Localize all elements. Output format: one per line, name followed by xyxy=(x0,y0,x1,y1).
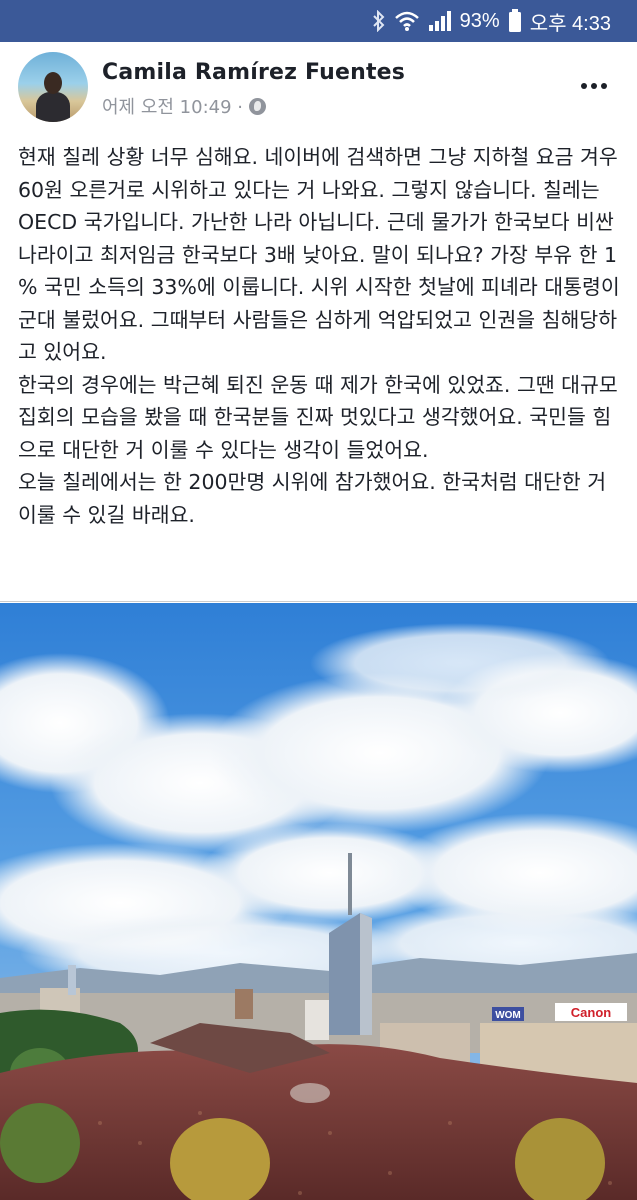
post-meta: 어제 오전 10:49 · xyxy=(102,93,266,119)
battery-percent: 93% xyxy=(459,9,500,32)
signal-icon xyxy=(428,10,452,32)
post-header: Camila Ramírez Fuentes 어제 오전 10:49 · xyxy=(0,42,637,128)
post-body: 현재 칠레 상황 너무 심해요. 네이버에 검색하면 그냥 지하철 요금 겨우 … xyxy=(18,145,620,527)
status-bar: 93% 오후 4:33 xyxy=(0,0,637,42)
battery-icon xyxy=(508,9,522,33)
avatar[interactable] xyxy=(18,52,88,122)
post-photo[interactable]: Canon WOM xyxy=(0,603,637,1200)
post-timestamp[interactable]: 어제 오전 10:49 · xyxy=(102,93,243,119)
author-name[interactable]: Camila Ramírez Fuentes xyxy=(102,60,405,85)
globe-icon xyxy=(249,97,266,115)
clock: 오후 4:33 xyxy=(529,12,611,35)
wom-sign: WOM xyxy=(495,1010,521,1021)
more-icon[interactable] xyxy=(578,72,610,100)
canon-sign: Canon xyxy=(571,1005,612,1020)
bluetooth-icon xyxy=(372,10,386,32)
wifi-icon xyxy=(394,10,420,32)
divider xyxy=(0,601,637,602)
